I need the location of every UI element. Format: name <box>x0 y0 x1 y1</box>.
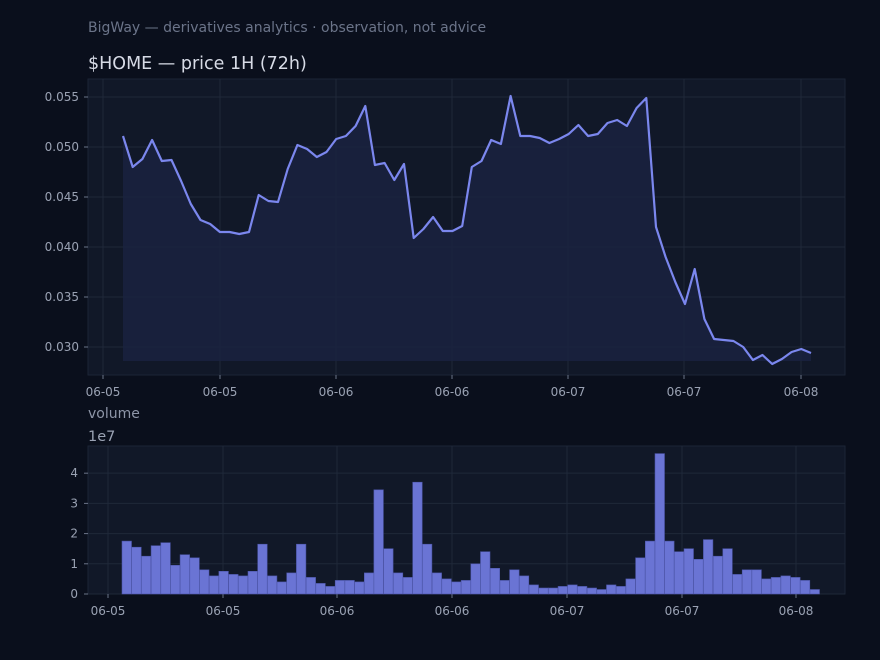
volume-bar <box>509 569 520 595</box>
volume-bar <box>267 575 278 595</box>
volume-bar <box>121 540 132 595</box>
volume-bar <box>373 489 384 595</box>
volume-bar <box>412 481 423 595</box>
volume-bar <box>208 575 219 595</box>
volume-bar <box>809 589 820 595</box>
volume-bar <box>460 580 472 595</box>
volume-bar <box>499 580 510 595</box>
volume-bar <box>712 555 723 595</box>
volume-x-tick-label: 06-06 <box>435 604 470 618</box>
volume-y-offset-label: 1e7 <box>88 429 115 445</box>
volume-bar <box>596 589 607 595</box>
volume-bar <box>383 548 394 595</box>
volume-bar <box>334 580 346 595</box>
volume-bar <box>606 584 617 595</box>
volume-x-tick-label: 06-06 <box>320 604 355 618</box>
volume-bar <box>238 575 249 595</box>
volume-bar <box>160 542 171 595</box>
price-y-tick-label: 0.035 <box>45 290 79 304</box>
charts-canvas: 0.030 0.035 0.040 0.045 0.050 0.055 06-05 06-05… <box>45 78 846 618</box>
volume-bar <box>644 540 656 595</box>
volume-y-tick-label: 3 <box>70 496 78 510</box>
volume-bar <box>577 586 588 595</box>
volume-bar <box>315 583 326 595</box>
price-y-tick-label: 0.030 <box>45 340 79 354</box>
volume-bar <box>770 577 782 595</box>
price-x-tick-label: 06-06 <box>319 385 354 399</box>
volume-bar <box>141 555 152 595</box>
volume-bar <box>402 577 413 595</box>
volume-y-tick-label: 0 <box>70 587 78 601</box>
price-x-tick-label: 06-05 <box>203 385 238 399</box>
volume-bar <box>664 540 675 595</box>
volume-x-tick-label: 06-07 <box>550 604 585 618</box>
volume-bar <box>422 543 433 595</box>
volume-bar <box>683 548 694 595</box>
volume-bar <box>548 587 559 595</box>
volume-bar <box>296 543 307 595</box>
price-x-tick-label: 06-07 <box>551 385 586 399</box>
volume-bar <box>441 578 452 595</box>
volume-bar <box>557 586 568 595</box>
volume-bar <box>199 569 210 595</box>
volume-bar <box>170 564 181 595</box>
volume-bar <box>228 574 239 595</box>
volume-bar <box>635 557 646 595</box>
volume-bar <box>567 584 578 595</box>
volume-x-tick-label: 06-05 <box>206 604 241 618</box>
volume-bar <box>741 569 753 595</box>
volume-bar <box>518 575 530 595</box>
volume-bar <box>451 581 462 595</box>
volume-bar <box>538 587 549 595</box>
volume-bar <box>693 558 704 595</box>
price-x-tick-label: 06-07 <box>667 385 702 399</box>
volume-bar <box>751 569 762 595</box>
volume-bar <box>780 575 791 595</box>
volume-bar <box>489 567 501 595</box>
price-y-tick-label: 0.050 <box>45 140 79 154</box>
volume-bar <box>392 572 404 595</box>
volume-y-tick-label: 2 <box>70 527 78 541</box>
volume-bar <box>761 578 772 595</box>
volume-bar <box>179 554 190 595</box>
price-x-tick-label: 06-05 <box>86 385 121 399</box>
volume-bar <box>625 578 636 595</box>
volume-bar <box>732 574 743 595</box>
volume-bar <box>703 539 714 595</box>
price-y-tick-label: 0.045 <box>45 190 79 204</box>
volume-bar <box>722 548 733 595</box>
volume-bar <box>218 570 229 595</box>
volume-bar <box>615 586 627 595</box>
volume-y-tick-label: 1 <box>70 557 78 571</box>
volume-bar <box>528 584 539 595</box>
volume-bar <box>344 580 355 595</box>
volume-bar <box>286 572 297 595</box>
volume-bar <box>354 581 365 595</box>
volume-bar <box>305 577 316 595</box>
volume-bar <box>586 587 597 595</box>
volume-bar <box>673 551 685 595</box>
volume-bar <box>150 545 161 595</box>
volume-bar <box>480 551 491 595</box>
volume-bar <box>363 572 375 595</box>
volume-bar <box>189 557 200 595</box>
volume-bar <box>276 581 287 595</box>
volume-x-tick-label: 06-08 <box>779 604 814 618</box>
volume-bar <box>131 546 142 595</box>
volume-bar <box>325 586 336 595</box>
price-x-tick-label: 06-06 <box>435 385 470 399</box>
volume-bar <box>790 577 801 595</box>
volume-bar <box>799 580 811 595</box>
volume-bar <box>654 453 665 595</box>
volume-bar <box>431 572 442 595</box>
volume-y-tick-label: 4 <box>70 466 78 480</box>
price-y-tick-label: 0.040 <box>45 240 79 254</box>
volume-x-tick-label: 06-07 <box>665 604 700 618</box>
price-y-tick-label: 0.055 <box>45 90 79 104</box>
volume-bar <box>247 570 258 595</box>
price-x-tick-label: 06-08 <box>784 385 819 399</box>
volume-x-tick-label: 06-05 <box>91 604 126 618</box>
volume-bar <box>257 543 268 595</box>
volume-bar <box>470 563 481 595</box>
